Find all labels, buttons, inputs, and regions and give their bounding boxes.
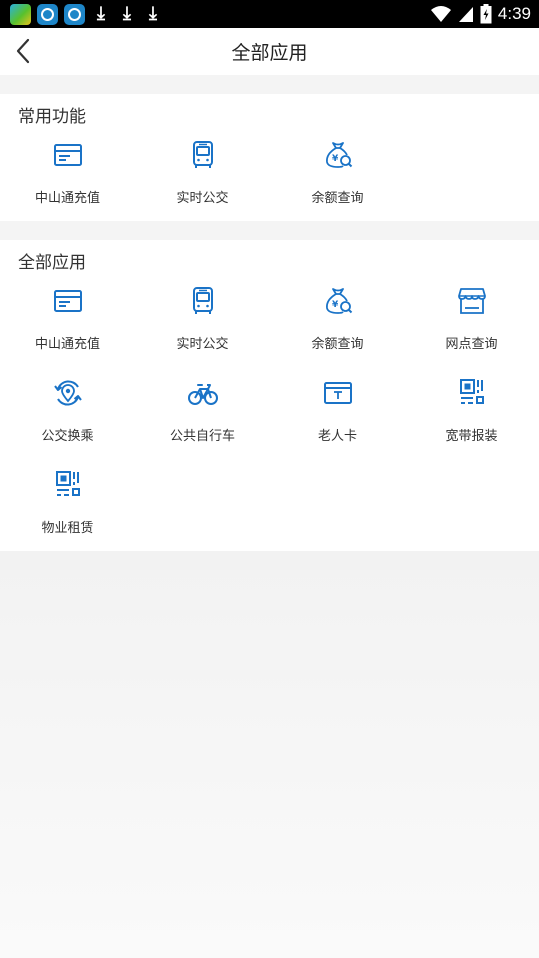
app-item-bus-transfer[interactable]: 公交换乘 xyxy=(0,377,135,457)
title-bar: 全部应用 xyxy=(0,28,539,75)
app-item-balance-query[interactable]: ¥ 余额查询 xyxy=(270,139,405,219)
bicycle-icon xyxy=(187,384,218,405)
qr-code-icon xyxy=(459,379,484,404)
download-icon: ⤓ xyxy=(149,3,157,24)
all-apps-section: 全部应用 中山通充值 实时公交 ¥ 余额查询 网点查询 公交换乘 公共自行车 老… xyxy=(0,240,539,551)
app-item-broadband-install[interactable]: 宽带报装 xyxy=(404,377,539,457)
wifi-icon xyxy=(430,6,451,22)
app-item-realtime-bus[interactable]: 实时公交 xyxy=(135,139,270,219)
back-button[interactable] xyxy=(8,36,38,66)
app-item-realtime-bus[interactable]: 实时公交 xyxy=(135,285,270,365)
app-item-label: 余额查询 xyxy=(311,337,364,352)
money-bag-search-icon: ¥ xyxy=(325,288,352,314)
elder-card-icon xyxy=(323,382,352,404)
app-item-label: 余额查询 xyxy=(311,191,364,206)
battery-icon xyxy=(480,4,492,24)
app-item-property-lease[interactable]: 物业租赁 xyxy=(0,469,135,549)
qr-code-icon xyxy=(55,471,80,496)
app-item-label: 中山通充值 xyxy=(34,191,100,206)
app-item-label: 中山通充值 xyxy=(34,337,100,352)
app-item-balance-query[interactable]: ¥ 余额查询 xyxy=(270,285,405,365)
chevron-left-icon xyxy=(16,38,30,64)
app-item-label: 实时公交 xyxy=(176,191,229,206)
app-item-public-bicycle[interactable]: 公共自行车 xyxy=(135,377,270,457)
app-item-label: 物业租赁 xyxy=(41,521,94,536)
app-item-elder-card[interactable]: 老人卡 xyxy=(270,377,405,457)
app-item-outlet-query[interactable]: 网点查询 xyxy=(404,285,539,365)
system-icons: 4:39 xyxy=(430,4,531,24)
app-icon xyxy=(64,3,85,25)
app-icon xyxy=(37,3,58,25)
section-title: 常用功能 xyxy=(18,107,86,127)
download-icon: ⤓ xyxy=(123,3,131,24)
store-icon xyxy=(457,288,486,314)
app-item-zst-recharge[interactable]: 中山通充值 xyxy=(0,139,135,219)
page-title: 全部应用 xyxy=(231,42,308,64)
app-item-label: 老人卡 xyxy=(317,429,357,444)
bus-icon xyxy=(192,141,213,168)
card-icon xyxy=(53,144,82,166)
svg-text:¥: ¥ xyxy=(332,154,339,164)
app-icon xyxy=(10,3,31,25)
svg-text:¥: ¥ xyxy=(332,300,339,310)
transfer-location-icon xyxy=(53,380,82,406)
money-bag-search-icon: ¥ xyxy=(325,142,352,168)
empty-area xyxy=(0,551,539,958)
section-title: 全部应用 xyxy=(18,253,86,273)
bus-icon xyxy=(192,287,213,314)
app-item-label: 实时公交 xyxy=(176,337,229,352)
app-item-zst-recharge[interactable]: 中山通充值 xyxy=(0,285,135,365)
app-item-label: 网点查询 xyxy=(445,337,498,352)
app-item-label: 公共自行车 xyxy=(169,429,235,444)
signal-icon xyxy=(458,7,473,22)
card-icon xyxy=(53,290,82,312)
app-item-label: 公交换乘 xyxy=(41,429,94,444)
notification-icons: ⤓ ⤓ ⤓ xyxy=(10,3,163,25)
clock: 4:39 xyxy=(497,4,531,23)
app-item-label: 宽带报装 xyxy=(445,429,498,444)
download-icon: ⤓ xyxy=(97,3,105,24)
status-bar: ⤓ ⤓ ⤓ 4:39 xyxy=(0,0,539,28)
common-functions-section: 常用功能 中山通充值 实时公交 ¥ 余额查询 xyxy=(0,94,539,221)
